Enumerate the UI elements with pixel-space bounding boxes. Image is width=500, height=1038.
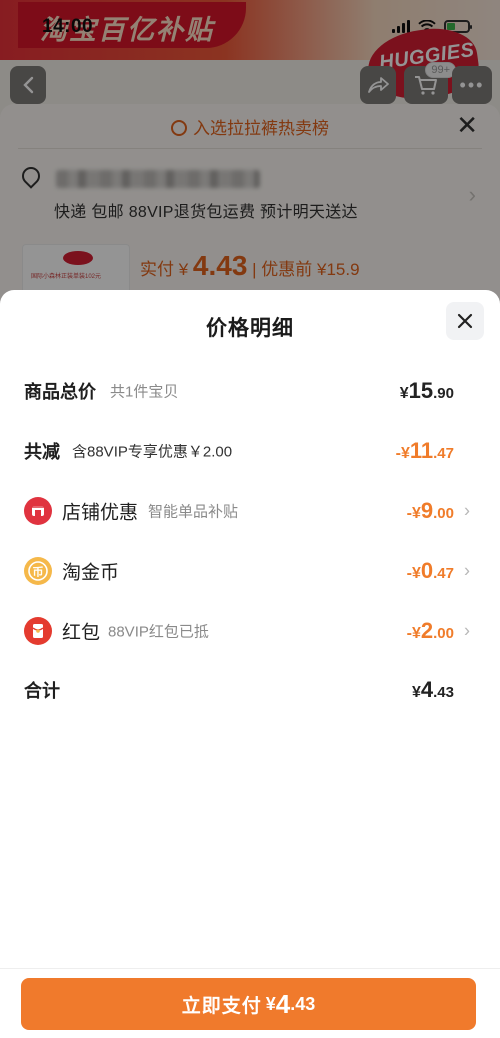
chevron-right-icon: › <box>464 500 470 521</box>
shop-icon <box>24 497 52 525</box>
row-grand-total: 合计 ¥4.43 <box>0 670 500 710</box>
svg-text:币: 币 <box>33 566 44 579</box>
close-button[interactable] <box>446 302 484 340</box>
row-label: 红包 <box>62 622 101 644</box>
pay-button-int: 4 <box>275 988 291 1019</box>
row-label: 合计 <box>24 681 60 701</box>
row-amount: -¥9.00 <box>406 498 454 523</box>
row-amount: ¥4.43 <box>411 677 454 702</box>
row-sub: 共1件宝贝 <box>110 383 179 401</box>
row-label: 商品总价 <box>24 382 96 402</box>
chevron-right-icon: › <box>464 620 470 641</box>
pay-button-currency: ¥ <box>265 993 276 1014</box>
row-sub: 智能单品补贴 <box>148 503 239 521</box>
chevron-right-icon: › <box>464 560 470 581</box>
pay-now-button[interactable]: 立即支付 ¥ 4 .43 <box>21 978 476 1030</box>
row-sub: 88VIP红包已抵 <box>108 623 209 641</box>
footer-divider <box>0 968 500 969</box>
row-coins[interactable]: 币 淘金币 -¥0.47 › <box>0 551 500 591</box>
row-red-envelope[interactable]: 红包 88VIP红包已抵 -¥2.00 › <box>0 611 500 651</box>
row-sub: 含88VIP专享优惠￥2.00 <box>72 443 233 461</box>
row-label: 店铺优惠 <box>62 502 139 524</box>
sheet-title: 价格明细 <box>206 317 294 340</box>
row-amount: ¥15.90 <box>399 378 454 403</box>
coin-icon: 币 <box>24 557 52 585</box>
red-envelope-icon <box>24 617 52 645</box>
row-label: 淘金币 <box>62 562 120 584</box>
row-amount: -¥11.47 <box>395 438 454 463</box>
price-detail-sheet: 价格明细 商品总价 共1件宝贝 ¥15.90 共减 含88VIP专享优惠￥2.0… <box>0 290 500 1038</box>
pay-button-label: 立即支付 <box>181 995 262 1017</box>
row-total-discount: 共减 含88VIP专享优惠￥2.00 -¥11.47 <box>0 431 500 471</box>
row-label: 共减 <box>24 442 60 462</box>
close-icon <box>457 313 473 329</box>
pay-button-dec: .43 <box>290 993 316 1014</box>
row-shop-discount[interactable]: 店铺优惠 智能单品补贴 -¥9.00 › <box>0 491 500 531</box>
row-amount: -¥2.00 <box>406 618 454 643</box>
row-amount: -¥0.47 <box>406 558 454 583</box>
row-goods-total: 商品总价 共1件宝贝 ¥15.90 <box>0 371 500 411</box>
